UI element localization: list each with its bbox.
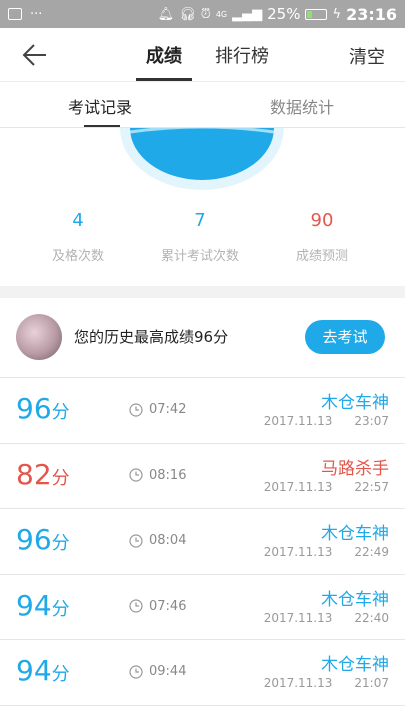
record-row[interactable]: 96分 08:04 木仓车神 2017.11.13 22:49 — [0, 509, 405, 575]
record-datetime: 2017.11.13 22:57 — [263, 479, 389, 494]
headphones-icon: 🎧︎ — [179, 6, 196, 22]
bell-icon: 🔔︎ — [157, 6, 175, 22]
stat-label: 累计考试次数 — [160, 249, 239, 264]
record-score: 94分 — [16, 654, 70, 687]
record-title: 马路杀手 — [321, 458, 389, 479]
section-divider — [0, 286, 405, 298]
clock-icon — [129, 533, 143, 548]
best-score-text: 您的历史最高成绩96分 — [74, 328, 229, 346]
clear-button[interactable]: 清空 — [349, 43, 385, 69]
more-icon: ··· — [30, 6, 43, 22]
stat-label: 及格次数 — [51, 249, 104, 264]
battery-percent: 25% — [267, 5, 301, 23]
battery-icon — [305, 8, 328, 20]
stat-label: 成绩预测 — [295, 249, 348, 264]
app-header: 成绩 排行榜 清空 — [0, 28, 405, 82]
sub-tabs: 考试记录 数据统计 — [0, 82, 405, 128]
record-duration: 08:04 — [129, 533, 186, 548]
record-row[interactable]: 94分 09:44 木仓车神 2017.11.13 21:07 — [0, 640, 405, 706]
stat-value: 4 — [72, 210, 84, 231]
record-title: 木仓车神 — [321, 655, 389, 675]
status-bar: ··· 🔔︎ 🎧︎ ⏰︎ 4G ▂▄▆ 25% ϟ 23:16 — [0, 0, 405, 28]
back-arrow-icon[interactable] — [22, 42, 48, 68]
record-score: 82分 — [16, 457, 70, 491]
record-duration: 08:16 — [129, 468, 186, 483]
subtab-exam-records[interactable]: 考试记录 — [68, 94, 132, 118]
stat-value: 7 — [194, 210, 206, 231]
record-row[interactable]: 94分 07:46 木仓车神 2017.11.13 22:40 — [0, 575, 405, 640]
record-datetime: 2017.11.13 23:07 — [263, 414, 389, 428]
stat-total-exams: 7 累计考试次数 — [140, 200, 260, 264]
clock-icon — [129, 664, 143, 679]
record-row[interactable]: 96分 07:42 木仓车神 2017.11.13 23:07 — [0, 378, 405, 444]
record-datetime: 2017.11.13 22:40 — [263, 610, 389, 625]
charging-icon: ϟ — [332, 6, 342, 22]
record-title: 木仓车神 — [321, 393, 389, 413]
take-exam-button[interactable]: 去考试 — [305, 320, 385, 354]
tab-scores[interactable]: 成绩 — [146, 42, 182, 68]
signal-icon: ▂▄▆ — [232, 6, 263, 22]
clock-icon — [129, 468, 143, 482]
tab-underline — [136, 78, 192, 81]
image-icon — [8, 8, 22, 20]
stat-value: 90 — [310, 210, 334, 231]
stat-pass-count: 4 及格次数 — [18, 200, 138, 264]
tab-leaderboard[interactable]: 排行榜 — [215, 42, 269, 68]
clock-icon — [129, 599, 143, 613]
record-score: 96分 — [16, 392, 70, 425]
stat-score-prediction: 90 成绩预测 — [262, 200, 382, 264]
alarm-icon: ⏰︎ — [200, 6, 211, 22]
best-score-panel: 您的历史最高成绩96分 去考试 — [0, 298, 405, 378]
subtab-statistics[interactable]: 数据统计 — [270, 94, 334, 118]
clock-icon — [129, 402, 143, 417]
record-title: 木仓车神 — [321, 589, 389, 610]
avatar — [16, 314, 62, 360]
stats-panel: 4 及格次数 7 累计考试次数 90 成绩预测 — [0, 200, 405, 280]
record-duration: 07:46 — [129, 599, 186, 614]
record-datetime: 2017.11.13 21:07 — [263, 676, 389, 690]
record-row[interactable]: 82分 08:16 马路杀手 2017.11.13 22:57 — [0, 444, 405, 509]
record-duration: 09:44 — [129, 664, 186, 679]
record-duration: 07:42 — [129, 402, 186, 417]
record-score: 96分 — [16, 523, 70, 556]
clock-time: 23:16 — [346, 4, 397, 24]
record-datetime: 2017.11.13 22:49 — [263, 545, 389, 559]
score-gauge — [120, 128, 284, 190]
exam-records-list: 96分 07:42 木仓车神 2017.11.13 23:07 82分 08:16… — [0, 378, 405, 706]
network-type: 4G — [215, 9, 228, 19]
record-score: 94分 — [16, 588, 70, 622]
subtab-underline — [84, 125, 120, 127]
record-title: 木仓车神 — [321, 524, 389, 544]
